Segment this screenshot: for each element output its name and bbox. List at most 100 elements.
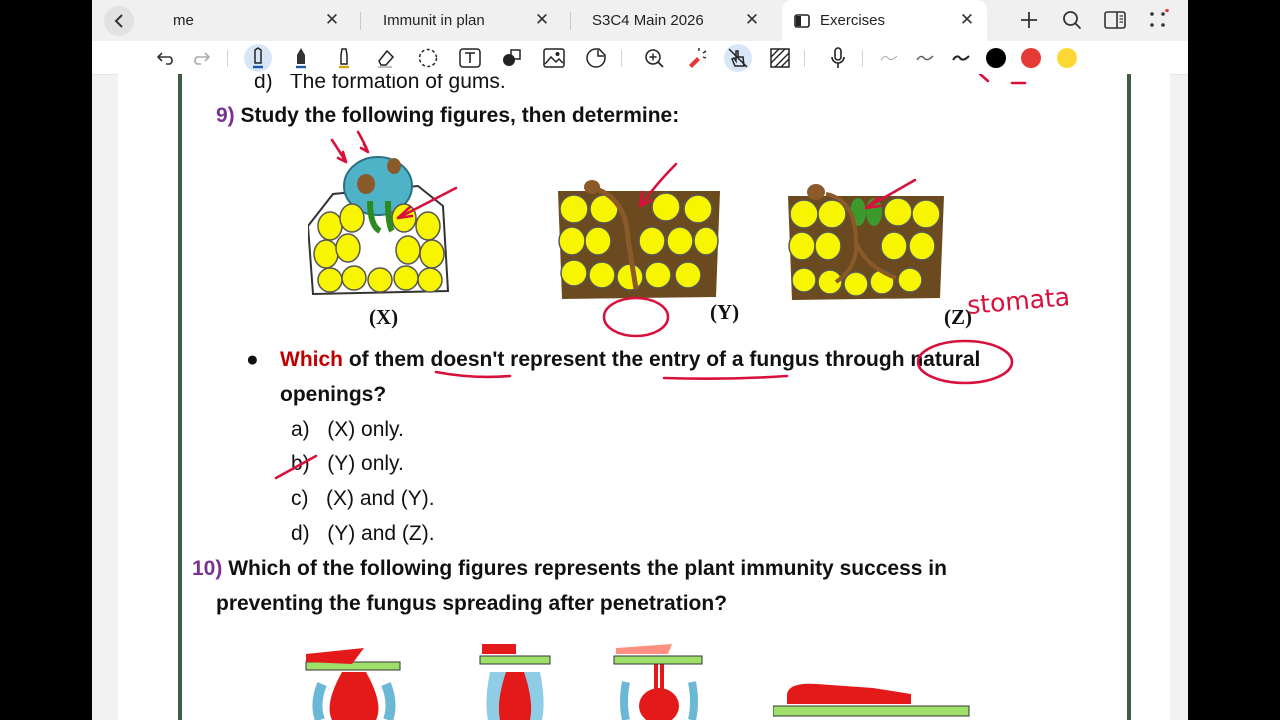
- text-tool[interactable]: [456, 44, 484, 72]
- tab-label: S3C4 Main 2026: [592, 12, 704, 29]
- grid-dots-icon: [1150, 9, 1169, 27]
- sidebar-toggle-button[interactable]: [1100, 5, 1130, 35]
- pen-icon: [253, 47, 263, 69]
- question-keyword: Which: [280, 348, 343, 371]
- stroke-thick-option[interactable]: [947, 44, 975, 72]
- search-button[interactable]: [1057, 5, 1087, 35]
- question-10-line-2: preventing the fungus spreading after pe…: [216, 592, 728, 615]
- pen-tool[interactable]: [244, 44, 272, 72]
- fountain-pen-tool[interactable]: [287, 44, 315, 72]
- redo-icon: [194, 52, 211, 65]
- chevron-left-icon: [114, 14, 123, 28]
- tab-me[interactable]: me ✕: [152, 0, 352, 41]
- option-text: (Y) only.: [327, 452, 404, 475]
- figure-z-label: (Z): [944, 305, 972, 329]
- document-page[interactable]: d) The formation of gums. 9) Study the f…: [118, 74, 1170, 720]
- stroke-width-icon: [952, 55, 970, 61]
- toolbar-divider: [804, 50, 805, 67]
- lasso-icon: [418, 48, 438, 68]
- option-d[interactable]: d) (Y) and (Z).: [291, 521, 435, 547]
- option-letter: d): [254, 74, 273, 93]
- microphone-button[interactable]: [824, 44, 852, 72]
- option-a[interactable]: a) (X) only.: [291, 417, 404, 443]
- close-icon[interactable]: ✕: [322, 10, 342, 30]
- tab-s3c4-main-2026[interactable]: S3C4 Main 2026 ✕: [572, 0, 772, 41]
- sticker-icon: [586, 48, 606, 68]
- question-number: 9): [216, 104, 235, 127]
- image-tool[interactable]: [540, 44, 568, 72]
- question-9-line-1: Which of them doesn't represent the entr…: [280, 347, 980, 373]
- search-icon: [1063, 11, 1082, 30]
- color-swatch-yellow[interactable]: [1057, 48, 1077, 68]
- stroke-medium-option[interactable]: [911, 44, 939, 72]
- eraser-icon: [378, 49, 395, 68]
- notes-app: me ✕ Immunit in plan ✕ S3C4 Main 2026 ✕ …: [92, 0, 1188, 720]
- option-b[interactable]: b) (Y) only.: [291, 451, 404, 477]
- eraser-tool[interactable]: [372, 44, 400, 72]
- page-border-right: [1127, 74, 1131, 720]
- toolbar-divider: [862, 50, 863, 67]
- tab-divider: [570, 12, 571, 30]
- undo-button[interactable]: [152, 44, 180, 72]
- option-letter: a): [291, 418, 310, 441]
- more-options-button[interactable]: [1143, 5, 1173, 35]
- tab-label: Immunit in plan: [383, 12, 485, 29]
- handwritten-stomata-note: stomata: [966, 282, 1071, 320]
- image-icon: [543, 48, 565, 68]
- option-letter: d): [291, 522, 310, 545]
- option-text: (X) only.: [327, 418, 404, 441]
- stroke-width-icon: [916, 55, 934, 61]
- close-icon[interactable]: ✕: [957, 10, 977, 30]
- option-text: (X) and (Y).: [326, 487, 435, 510]
- figure-x-image: [308, 156, 450, 296]
- option-c[interactable]: c) (X) and (Y).: [291, 486, 435, 512]
- page-border-left: [178, 74, 182, 720]
- lasso-tool[interactable]: [414, 44, 442, 72]
- close-icon[interactable]: ✕: [742, 10, 762, 30]
- option-text: The formation of gums.: [289, 74, 506, 93]
- question-number: 10): [192, 557, 223, 580]
- shapes-tool[interactable]: [498, 44, 526, 72]
- figure-q10-4-image: [773, 683, 970, 717]
- color-swatch-red[interactable]: [1021, 48, 1041, 68]
- bullet-icon: ●: [246, 348, 259, 371]
- shapes-icon: [503, 49, 521, 66]
- notebook-icon: [794, 13, 810, 28]
- hand-touch-tool[interactable]: [724, 44, 752, 72]
- figure-y-image: [558, 180, 720, 299]
- sticker-tool[interactable]: [582, 44, 610, 72]
- question-9-line-2: openings?: [280, 383, 387, 406]
- close-icon[interactable]: ✕: [532, 10, 552, 30]
- stroke-width-icon: [880, 55, 898, 61]
- back-button[interactable]: [104, 6, 134, 36]
- option-text: (Y) and (Z).: [327, 522, 435, 545]
- zoom-tool[interactable]: [640, 44, 668, 72]
- question-10-line-1: 10) Which of the following figures repre…: [192, 556, 947, 582]
- text-box-icon: [459, 48, 481, 68]
- fountain-pen-icon: [296, 48, 306, 69]
- question-9-prompt: 9) Study the following figures, then det…: [216, 103, 679, 129]
- laser-tool[interactable]: [682, 44, 710, 72]
- zoom-icon: [645, 49, 664, 68]
- previous-option-d: d) The formation of gums.: [254, 74, 506, 95]
- pattern-tool[interactable]: [766, 44, 794, 72]
- question-text: of them doesn't represent the entry of a…: [348, 348, 981, 371]
- new-tab-button[interactable]: [1014, 5, 1044, 35]
- tab-immunit-in-plan[interactable]: Immunit in plan ✕: [362, 0, 562, 41]
- figure-q10-1-image: [305, 648, 401, 720]
- undo-icon: [156, 52, 173, 65]
- figure-z-image: [788, 184, 944, 300]
- option-letter: b): [291, 452, 310, 475]
- laser-icon: [689, 48, 707, 68]
- toolbar-divider: [621, 50, 622, 67]
- question-text: Study the following figures, then determ…: [240, 104, 680, 127]
- tab-exercises[interactable]: Exercises ✕: [782, 0, 987, 41]
- tab-bar: me ✕ Immunit in plan ✕ S3C4 Main 2026 ✕ …: [92, 0, 1188, 41]
- highlighter-tool[interactable]: [330, 44, 358, 72]
- color-swatch-black[interactable]: [986, 48, 1006, 68]
- microphone-icon: [831, 47, 845, 68]
- question-text: Which of the following figures represent…: [228, 557, 947, 580]
- toolbar-divider: [227, 50, 228, 67]
- redo-button[interactable]: [187, 44, 215, 72]
- stroke-thin-option[interactable]: [875, 44, 903, 72]
